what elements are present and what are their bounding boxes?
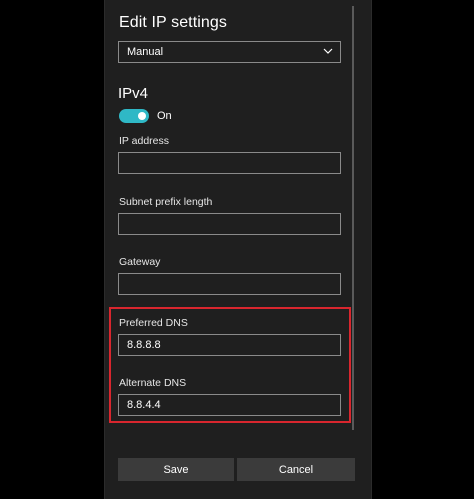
subnet-prefix-length-label: Subnet prefix length xyxy=(119,196,213,208)
dialog-title: Edit IP settings xyxy=(119,14,228,31)
ip-mode-select-value: Manual xyxy=(127,46,164,58)
preferred-dns-value: 8.8.8.8 xyxy=(127,339,161,351)
scrollbar[interactable] xyxy=(352,6,354,430)
save-button[interactable]: Save xyxy=(118,458,234,481)
ipv4-heading: IPv4 xyxy=(118,85,149,102)
alternate-dns-value: 8.8.4.4 xyxy=(127,399,161,411)
alternate-dns-field[interactable]: 8.8.4.4 xyxy=(118,394,341,416)
gateway-field[interactable] xyxy=(118,273,341,295)
ipv4-toggle-label: On xyxy=(157,110,172,122)
cancel-button[interactable]: Cancel xyxy=(237,458,355,481)
edit-ip-settings-dialog xyxy=(104,0,372,499)
chevron-down-icon xyxy=(323,48,333,54)
ip-mode-select[interactable]: Manual xyxy=(118,41,341,63)
preferred-dns-field[interactable]: 8.8.8.8 xyxy=(118,334,341,356)
preferred-dns-label: Preferred DNS xyxy=(119,317,188,329)
alternate-dns-label: Alternate DNS xyxy=(119,377,187,389)
toggle-knob xyxy=(138,112,146,120)
ipv4-toggle[interactable] xyxy=(119,109,149,123)
subnet-prefix-length-field[interactable] xyxy=(118,213,341,235)
ip-address-field[interactable] xyxy=(118,152,341,174)
gateway-label: Gateway xyxy=(119,256,161,268)
ip-address-label: IP address xyxy=(119,135,170,147)
